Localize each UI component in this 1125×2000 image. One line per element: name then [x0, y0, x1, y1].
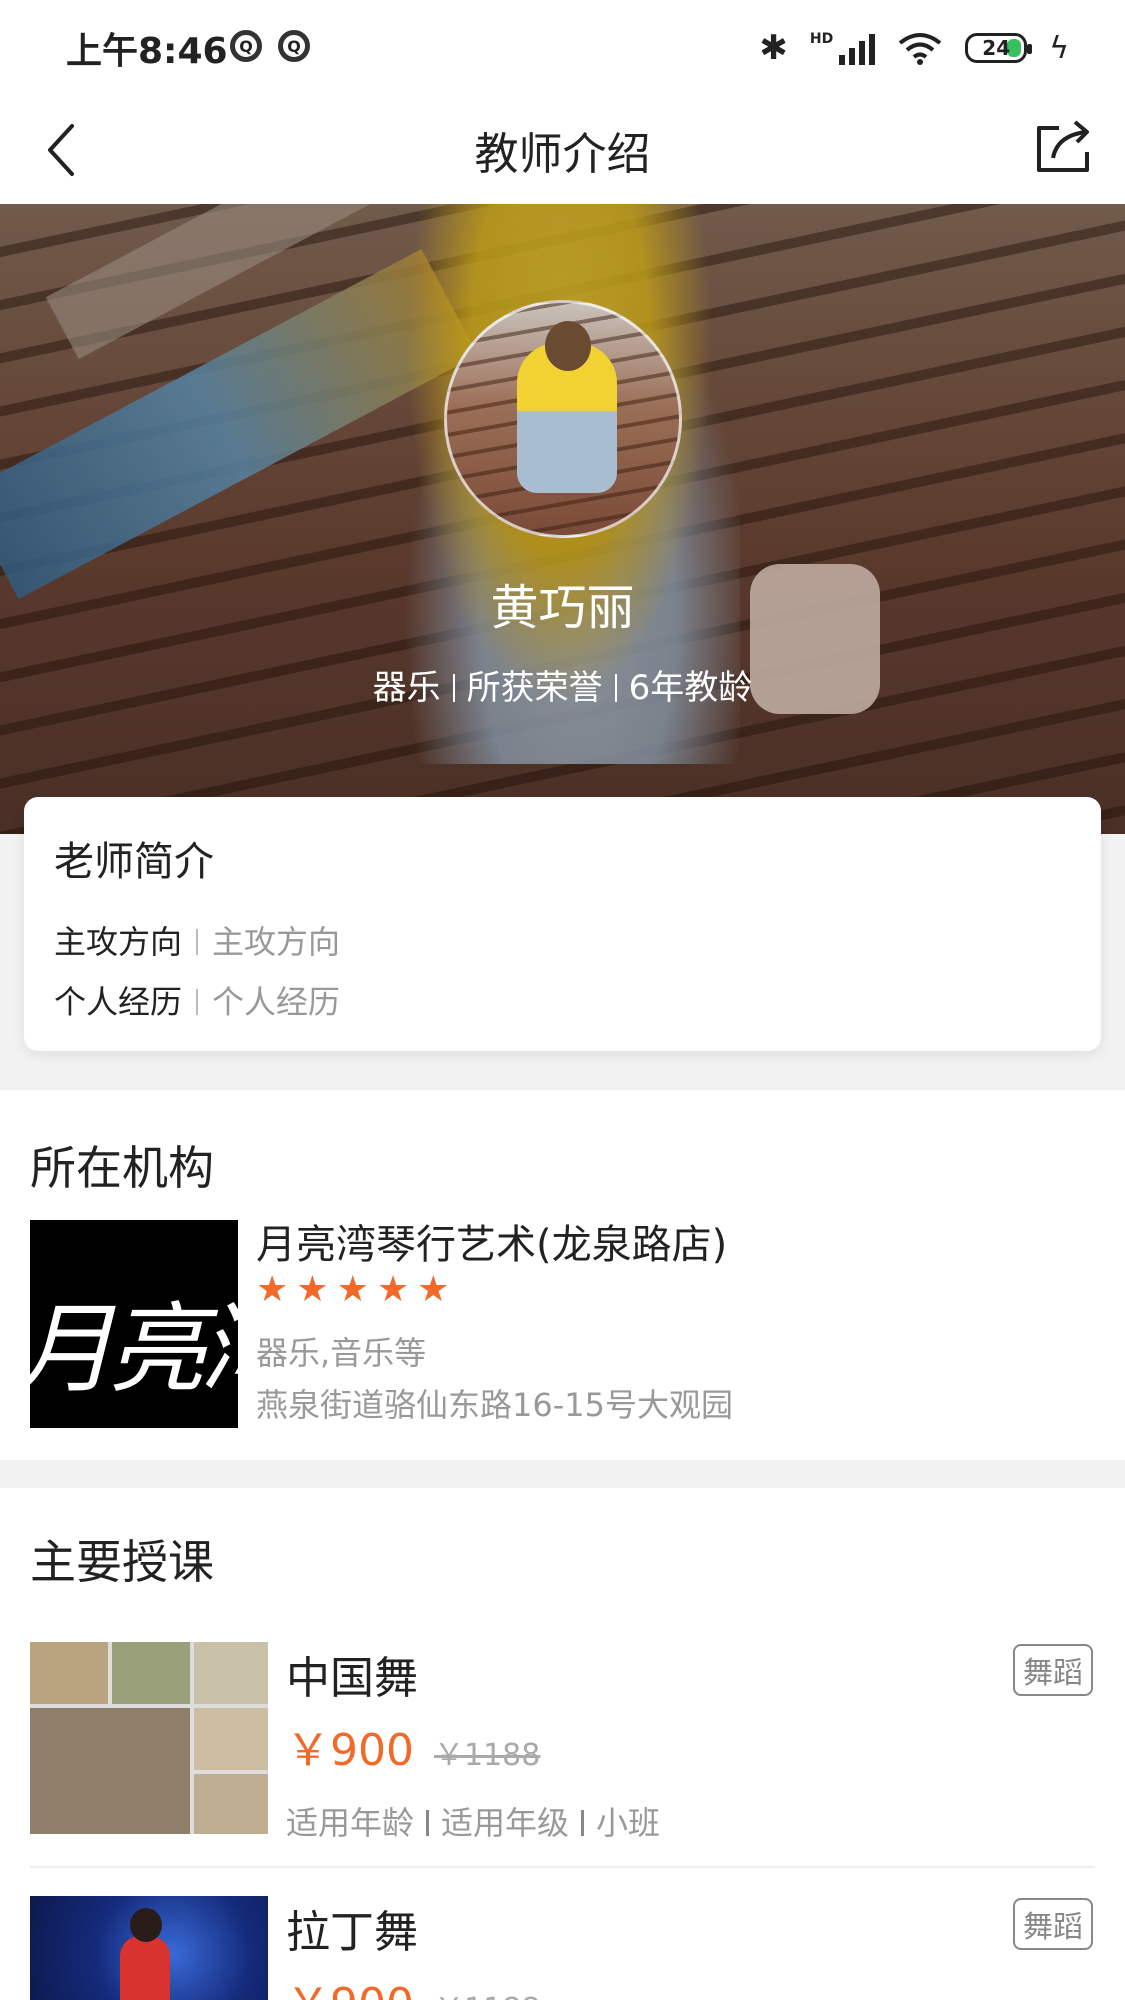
intro-title: 老师简介 [54, 839, 214, 885]
organization-section-title: 所在机构 [30, 1141, 214, 1195]
teacher-hero: 黄巧丽 器乐 所获荣誉 6年教龄 [0, 204, 1125, 834]
organization-rating: ★ ★ ★ ★ ★ [256, 1272, 449, 1308]
organization-name[interactable]: 月亮湾琴行艺术(龙泉路店) [256, 1212, 727, 1270]
wifi-icon [898, 33, 942, 65]
divider [30, 1866, 1095, 1868]
course-meta-grade: 适用年级 [441, 1804, 570, 1842]
battery-icon: 24 [965, 33, 1033, 63]
star-icon: ★ [296, 1269, 329, 1310]
teacher-experience-years: 6年教龄 [628, 668, 753, 708]
course-thumbnail [30, 1896, 268, 2000]
star-icon: ★ [417, 1269, 450, 1310]
charging-icon: ϟ [1049, 30, 1069, 66]
organization-logo-text: 月亮湾 [30, 1293, 238, 1407]
teacher-name: 黄巧丽 [490, 580, 635, 636]
star-icon: ★ [256, 1269, 289, 1310]
hd-label: HD [809, 31, 834, 47]
course-item[interactable]: 拉丁舞 ￥900 ￥1188 舞蹈 [30, 1896, 1095, 2000]
intro-value: 主攻方向 [212, 923, 341, 961]
course-price: ￥900 [286, 1725, 414, 1776]
intro-label: 主攻方向 [54, 923, 183, 961]
intro-label: 个人经历 [54, 983, 183, 1021]
bluetooth-icon: ✱ [759, 28, 788, 68]
star-icon: ★ [376, 1269, 410, 1310]
course-name: 中国舞 [286, 1653, 418, 1704]
nav-bar: 教师介绍 [0, 100, 1125, 204]
notification-app-icon-2: Q [278, 30, 310, 62]
course-original-price: ￥1188 [434, 1738, 541, 1773]
courses-section-title: 主要授课 [30, 1535, 214, 1589]
course-item[interactable]: 中国舞 ￥900 ￥1188 适用年龄 适用年级 小班 舞蹈 [30, 1642, 1095, 1842]
organization-section: 所在机构 月亮湾 月亮湾琴行艺术(龙泉路店) ★ ★ ★ ★ ★ 器乐,音乐等 … [0, 1090, 1125, 1460]
course-meta-class-size: 小班 [596, 1804, 661, 1842]
organization-address: 燕泉街道骆仙东路16-15号大观园 [256, 1386, 733, 1424]
course-meta: 适用年龄 适用年级 小班 [286, 1798, 660, 1844]
intro-value: 个人经历 [212, 983, 341, 1021]
teacher-avatar [444, 300, 682, 538]
teacher-intro-card: 老师简介 主攻方向 主攻方向 个人经历 个人经历 [24, 797, 1101, 1051]
status-notification-icons: Q Q [230, 30, 310, 62]
intro-row-experience: 个人经历 个人经历 [54, 977, 340, 1023]
course-price: ￥900 [286, 1968, 414, 2000]
course-name: 拉丁舞 [286, 1907, 418, 1958]
teacher-meta: 器乐 所获荣誉 6年教龄 [0, 660, 1125, 709]
organization-categories: 器乐,音乐等 [256, 1334, 427, 1372]
signal-icon: HD [809, 31, 876, 65]
status-right-icons: ✱ HD 24 ϟ [759, 28, 1069, 68]
notification-app-icon: Q [230, 30, 262, 62]
course-thumbnail [30, 1642, 268, 1834]
page-title: 教师介绍 [474, 129, 651, 180]
star-icon: ★ [336, 1269, 369, 1310]
teacher-honors[interactable]: 所获荣誉 [467, 668, 603, 708]
status-bar: 上午8:46 Q Q ✱ HD 24 ϟ [0, 0, 1125, 100]
organization-logo[interactable]: 月亮湾 [30, 1220, 238, 1428]
intro-row-focus: 主攻方向 主攻方向 [54, 917, 340, 963]
status-time: 上午8:46 [66, 31, 228, 72]
course-original-price: ￥1188 [434, 1984, 540, 2000]
course-category-tag: 舞蹈 [1013, 1898, 1093, 1950]
course-meta-age: 适用年龄 [286, 1804, 415, 1842]
course-category-tag: 舞蹈 [1013, 1644, 1093, 1696]
share-icon[interactable] [1031, 114, 1095, 178]
courses-section: 主要授课 中国舞 ￥900 ￥1188 适用年龄适用年级小班 舞蹈 拉丁舞 ￥9… [0, 1488, 1125, 2000]
teacher-subject: 器乐 [372, 668, 441, 708]
battery-level: 24 [982, 36, 1011, 60]
